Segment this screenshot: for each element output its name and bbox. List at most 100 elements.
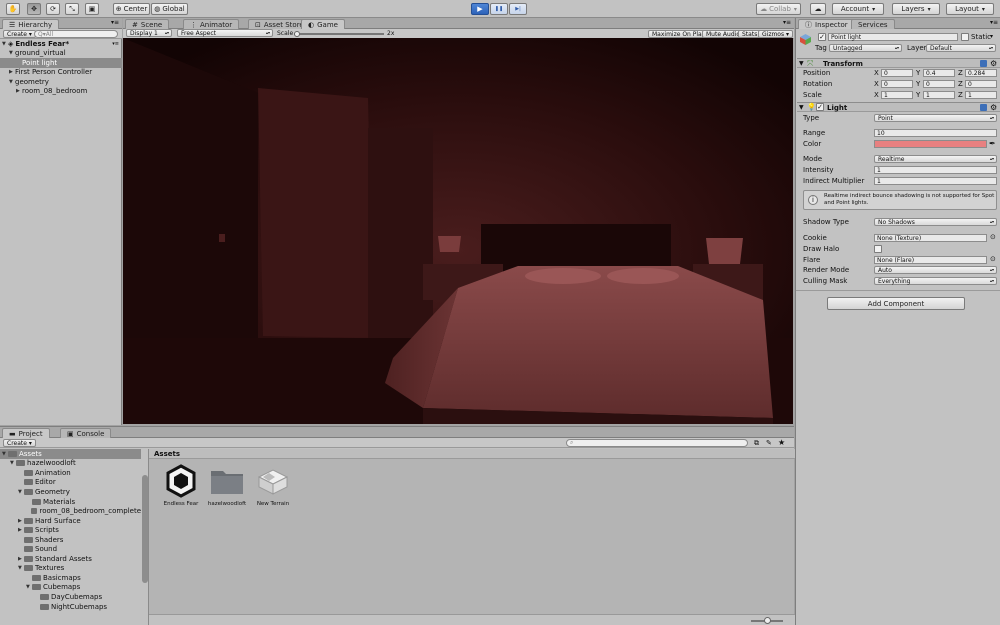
game-viewport[interactable] [123,38,793,424]
filter-label-icon[interactable]: ✎ [766,439,772,447]
hierarchy-search-input[interactable]: Q▾All [34,30,118,38]
transform-scale-x-field[interactable]: 1 [881,91,913,99]
project-folder-row[interactable]: ▼ Cubemaps [0,583,141,593]
gizmos-dropdown[interactable]: Gizmos ▾ [758,30,794,38]
foldout-arrow-icon[interactable]: ▼ [799,104,804,111]
transform-rotation-z-field[interactable]: 0 [965,80,997,88]
project-create-button[interactable]: Create ▾ [3,439,36,447]
aspect-dropdown[interactable]: Free Aspect [177,29,273,37]
pause-button[interactable]: ❚❚ [490,3,508,15]
object-picker-icon[interactable]: ⊙ [990,233,996,241]
icon-size-slider-thumb[interactable] [764,617,771,624]
step-button[interactable]: ▶| [509,3,527,15]
project-folder-row[interactable]: room_08_bedroom_complete [0,506,141,516]
hierarchy-row[interactable]: ▼ geometry [0,77,122,87]
static-dropdown-icon[interactable]: ▾ [990,33,993,40]
light-type-dropdown[interactable]: Point [874,114,997,122]
hierarchy-row[interactable]: ▶ First Person Controller [0,68,122,78]
hierarchy-create-button[interactable]: Create ▾ [3,30,36,38]
project-search-input[interactable]: ⌕ [566,439,748,447]
eyedropper-icon[interactable]: ✒ [989,139,996,148]
cloud-services-button[interactable]: ☁ [810,3,826,15]
foldout-arrow-icon[interactable]: ▼ [799,60,804,67]
transform-scale-y-field[interactable]: 1 [923,91,955,99]
project-folder-row[interactable]: Basicmaps [0,573,141,583]
collab-dropdown[interactable]: ☁ Collab [756,3,801,15]
pivot-center-button[interactable]: ⊕ Center [113,3,150,15]
tab-scene[interactable]: # Scene [125,19,170,29]
project-folder-row[interactable]: Shaders [0,535,141,545]
panel-menu-icon[interactable]: ▾≡ [111,19,119,26]
project-folder-row[interactable]: Editor [0,478,141,488]
breadcrumb-assets[interactable]: Assets [154,450,180,458]
project-folder-row[interactable]: ▶ Scripts [0,525,141,535]
project-folder-row[interactable]: Animation [0,468,141,478]
space-global-button[interactable]: ◍ Global [151,3,188,15]
transform-rotation-x-field[interactable]: 0 [881,80,913,88]
project-folder-row[interactable]: ▶ Standard Assets [0,554,141,564]
tag-dropdown[interactable]: Untagged [829,44,902,52]
panel-menu-icon[interactable]: ▾≡ [783,19,791,26]
layer-dropdown[interactable]: Default [926,44,996,52]
project-folder-row[interactable]: DayCubemaps [0,592,141,602]
light-header[interactable]: ▼ 💡 ✓ Light ⚙ [797,102,1000,112]
indirect-multiplier-field[interactable]: 1 [874,177,997,185]
draw-halo-checkbox[interactable] [874,245,882,253]
asset-item[interactable]: New Terrain [251,463,295,513]
transform-header[interactable]: ▼ ⤧ Transform ⚙ [797,58,1000,68]
tab-console[interactable]: ▣ Console [60,428,112,438]
hierarchy-row[interactable]: Point light [0,58,122,68]
display-dropdown[interactable]: Display 1 [126,29,172,37]
panel-menu-icon[interactable]: ▾≡ [990,19,998,26]
tab-project[interactable]: ▬ Project [2,428,50,438]
project-folder-row[interactable]: NightCubemaps [0,602,141,612]
project-folder-row[interactable]: ▼ hazelwoodloft [0,459,141,469]
rotate-tool-button[interactable]: ⟳ [46,3,60,15]
asset-item[interactable]: hazelwoodloft [205,463,249,513]
light-color-swatch[interactable] [874,140,987,148]
filter-type-icon[interactable]: ⧉ [754,439,759,448]
help-book-icon[interactable] [980,60,987,67]
project-folder-row[interactable]: ▶ Hard Surface [0,516,141,526]
object-name-field[interactable]: Point light [828,33,958,41]
shadow-type-dropdown[interactable]: No Shadows [874,218,997,226]
cookie-field[interactable]: None (Texture) [874,234,987,242]
tab-animator[interactable]: ⋮ Animator [183,19,240,29]
project-folder-row[interactable]: ▼ Geometry [0,487,141,497]
static-checkbox[interactable] [961,33,969,41]
scale-slider-track[interactable] [294,33,384,35]
project-folder-row[interactable]: Materials [0,497,141,507]
maximize-on-play-toggle[interactable]: Maximize On Play [648,30,710,38]
intensity-field[interactable]: 1 [874,166,997,174]
rect-tool-button[interactable]: ▣ [85,3,99,15]
tab-game[interactable]: ◐ Game [301,19,345,29]
help-book-icon[interactable] [980,104,987,111]
project-folder-row[interactable]: ▼ Assets [0,449,141,459]
transform-position-y-field[interactable]: 0.4 [923,69,955,77]
tab-inspector[interactable]: ⓘ Inspector [798,19,855,29]
render-mode-dropdown[interactable]: Auto [874,266,997,274]
active-checkbox[interactable]: ✓ [818,33,826,41]
gear-icon[interactable]: ⚙ [990,59,997,68]
transform-scale-z-field[interactable]: 1 [965,91,997,99]
tab-services[interactable]: Services [851,19,895,29]
gear-icon[interactable]: ⚙ [990,103,997,112]
move-tool-button[interactable]: ✥ [27,3,41,15]
favorite-star-icon[interactable]: ★ [778,438,785,447]
transform-position-z-field[interactable]: 0.284 [965,69,997,77]
project-folder-row[interactable]: ▼ Textures [0,564,141,574]
add-component-button[interactable]: Add Component [827,297,965,310]
scale-slider-thumb[interactable] [294,31,300,37]
culling-mask-dropdown[interactable]: Everything [874,277,997,285]
flare-field[interactable]: None (Flare) [874,256,987,264]
light-mode-dropdown[interactable]: Realtime [874,155,997,163]
light-enabled-checkbox[interactable]: ✓ [816,103,824,111]
transform-rotation-y-field[interactable]: 0 [923,80,955,88]
account-dropdown[interactable]: Account [832,3,884,15]
scale-tool-button[interactable]: ⤡ [65,3,79,15]
asset-item[interactable]: Endless Fear [159,463,203,513]
object-picker-icon[interactable]: ⊙ [990,255,996,263]
hierarchy-row[interactable]: ▶ room_08_bedroom [0,87,122,97]
range-field[interactable]: 10 [874,129,997,137]
scene-menu-icon[interactable]: ▾≡ [112,41,119,47]
